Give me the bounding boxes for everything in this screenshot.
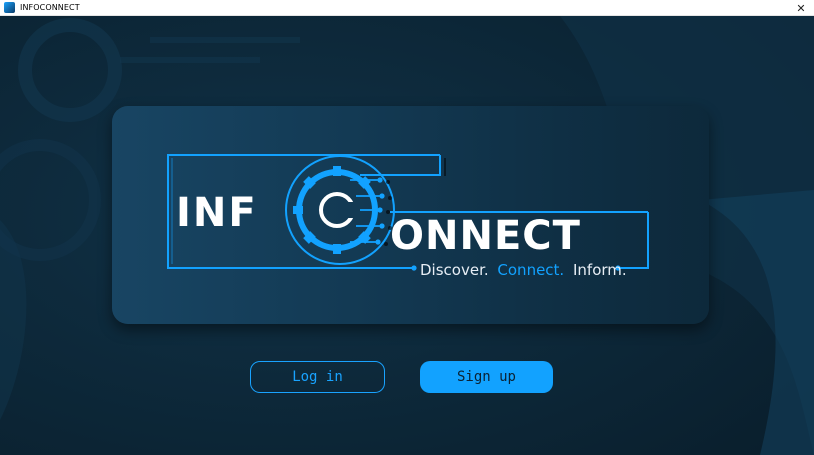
app-icon [4,2,15,13]
login-button[interactable]: Log in [250,361,385,393]
close-button[interactable]: ✕ [788,0,814,16]
window-title: INFOCONNECT [20,3,80,12]
signup-button[interactable]: Sign up [420,361,553,393]
logo-card [112,106,709,324]
title-bar: INFOCONNECT ✕ [0,0,814,16]
app-window: INFOCONNECT ✕ INF ONNECT Discover. Conne… [0,0,814,455]
